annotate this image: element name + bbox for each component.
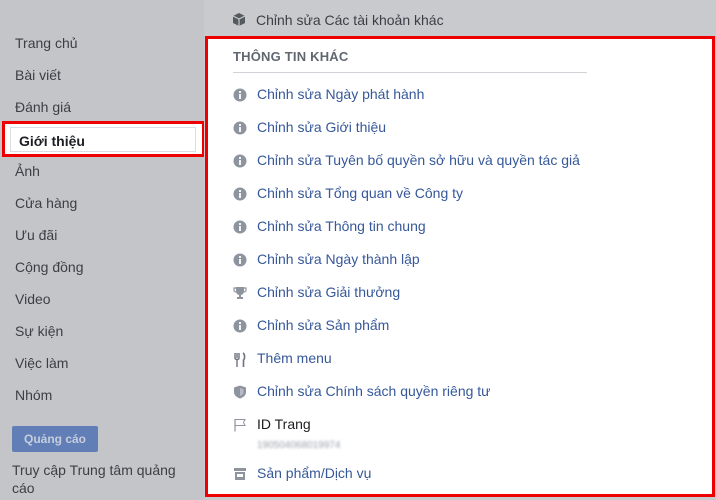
sidebar-item-shop[interactable]: Cửa hàng [15, 195, 77, 211]
sidebar-item-posts[interactable]: Bài viết [15, 67, 61, 83]
edit-copyright-link[interactable]: Chỉnh sửa Tuyên bố quyền sở hữu và quyền… [257, 152, 580, 168]
edit-about-link[interactable]: Chỉnh sửa Giới thiệu [257, 119, 386, 135]
info-icon [233, 319, 247, 333]
info-icon [233, 88, 247, 102]
page-id-label: ID Trang [257, 416, 311, 432]
sidebar-item-about-label: Giới thiệu [19, 133, 85, 149]
shop-icon [233, 467, 247, 481]
promote-ads-button[interactable]: Quảng cáo [12, 426, 98, 452]
edit-products-link[interactable]: Chỉnh sửa Sản phẩm [257, 317, 389, 333]
sidebar-item-about[interactable]: Giới thiệu [10, 127, 196, 152]
shield-icon [233, 385, 247, 399]
sidebar-item-videos[interactable]: Video [15, 291, 51, 307]
sidebar-item-community[interactable]: Cộng đồng [15, 259, 84, 275]
section-divider [233, 72, 587, 73]
section-title: THÔNG TIN KHÁC [233, 49, 349, 64]
info-icon [233, 253, 247, 267]
edit-company-overview-link[interactable]: Chỉnh sửa Tổng quan về Công ty [257, 185, 463, 201]
info-icon [233, 187, 247, 201]
products-services-link[interactable]: Sản phẩm/Dịch vụ [257, 465, 371, 481]
edit-release-date-link[interactable]: Chỉnh sửa Ngày phát hành [257, 86, 424, 102]
sidebar-item-jobs[interactable]: Việc làm [15, 355, 68, 371]
edit-awards-link[interactable]: Chỉnh sửa Giải thưởng [257, 284, 400, 300]
info-icon [233, 121, 247, 135]
page-sidebar: Trang chủ Bài viết Đánh giá Giới thiệu Ả… [0, 0, 205, 500]
edit-general-info-link[interactable]: Chỉnh sửa Thông tin chung [257, 218, 426, 234]
add-menu-link[interactable]: Thêm menu [257, 350, 332, 366]
ads-center-link[interactable]: Truy cập Trung tâm quảng cáo [12, 461, 192, 497]
info-icon [233, 154, 247, 168]
edit-privacy-policy-link[interactable]: Chỉnh sửa Chính sách quyền riêng tư [257, 383, 491, 399]
sidebar-item-events[interactable]: Sự kiện [15, 323, 63, 339]
edit-other-accounts-label: Chỉnh sửa Các tài khoản khác [256, 12, 444, 28]
info-icon [233, 220, 247, 234]
trophy-icon [233, 286, 247, 300]
cube-icon [232, 12, 246, 31]
other-info-panel: THÔNG TIN KHÁC Chỉnh sửa Ngày phát hành … [205, 36, 715, 497]
sidebar-item-about-highlight: Giới thiệu [2, 121, 205, 157]
flag-icon [233, 418, 247, 432]
edit-founded-date-link[interactable]: Chỉnh sửa Ngày thành lập [257, 251, 420, 267]
page-id-value: 190504068019974 [257, 440, 341, 451]
fork-knife-icon [233, 352, 247, 367]
sidebar-item-groups[interactable]: Nhóm [15, 387, 52, 403]
sidebar-item-reviews[interactable]: Đánh giá [15, 99, 71, 115]
sidebar-item-photos[interactable]: Ảnh [15, 163, 40, 179]
sidebar-item-home[interactable]: Trang chủ [15, 35, 78, 51]
sidebar-item-offers[interactable]: Ưu đãi [15, 227, 57, 243]
